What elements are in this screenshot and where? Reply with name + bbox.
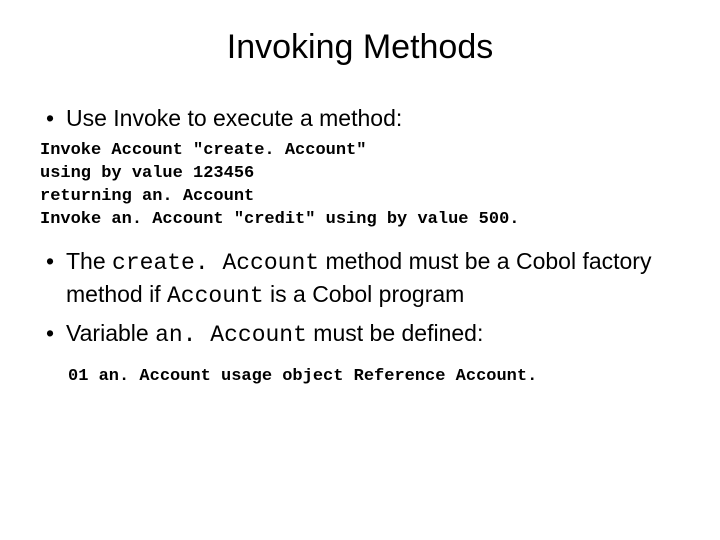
slide-title: Invoking Methods	[100, 28, 620, 67]
bullet-1: Use Invoke to execute a method:	[40, 103, 680, 134]
bullet-3-text-1: Variable	[66, 320, 155, 346]
code-line-4: Invoke an. Account "credit" using by val…	[40, 210, 519, 229]
bullet-2: The create. Account method must be a Cob…	[40, 246, 680, 312]
bullet-3: Variable an. Account must be defined:	[40, 318, 680, 351]
bullet-2-code-1: create. Account	[112, 250, 319, 276]
code-line-2: using by value 123456	[40, 164, 254, 183]
code-block-1: Invoke Account "create. Account" using b…	[40, 140, 680, 232]
bullet-list-2: The create. Account method must be a Cob…	[40, 246, 680, 351]
bullet-3-code-1: an. Account	[155, 322, 307, 348]
bullet-2-text-1: The	[66, 248, 112, 274]
bullet-2-code-2: Account	[167, 283, 264, 309]
bullet-2-text-3: is a Cobol program	[264, 281, 465, 307]
bullet-list: Use Invoke to execute a method:	[40, 103, 680, 134]
code-line-1: Invoke Account "create. Account"	[40, 141, 366, 160]
bullet-3-text-2: must be defined:	[307, 320, 483, 346]
code-block-2: 01 an. Account usage object Reference Ac…	[40, 367, 680, 386]
code-line-3: returning an. Account	[40, 187, 254, 206]
